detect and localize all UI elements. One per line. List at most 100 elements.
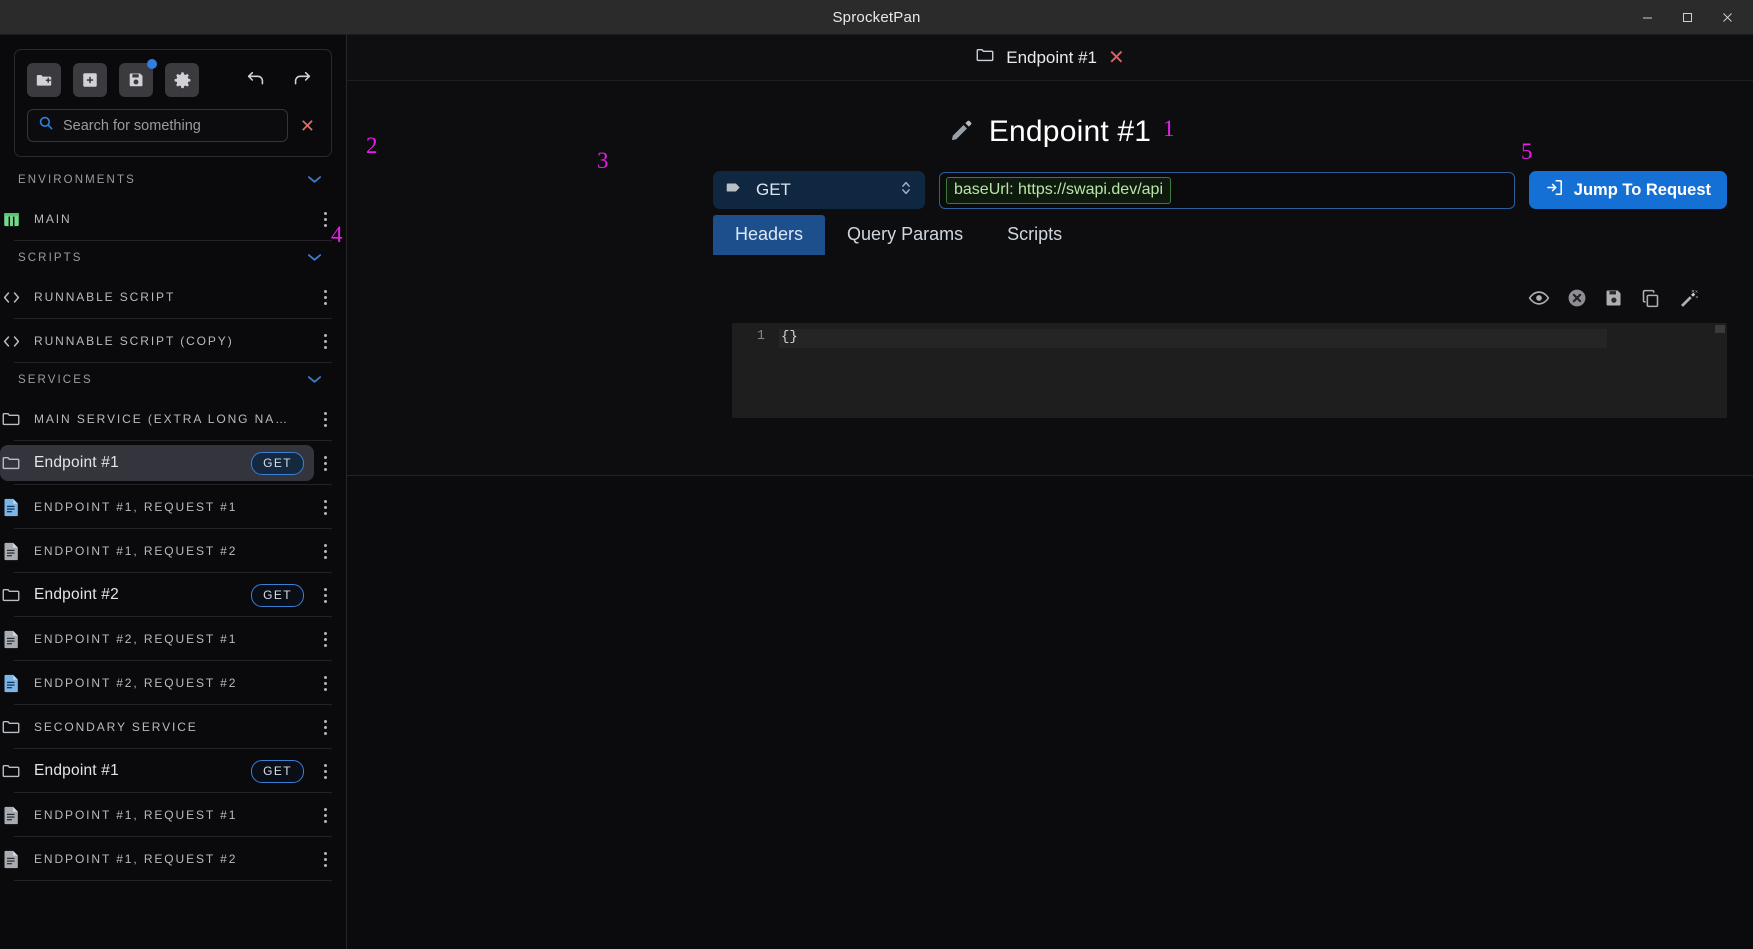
tree-item-menu-button[interactable] xyxy=(314,807,336,823)
headers-editor-panel: ✕ ✕ ✕ 1 {} xyxy=(732,281,1727,418)
tree-item-menu-button[interactable] xyxy=(314,763,336,779)
undo-button[interactable] xyxy=(239,63,273,97)
method-badge: GET xyxy=(251,451,304,475)
chevron-down-icon[interactable] xyxy=(307,251,322,265)
clear-circle-x-icon[interactable] xyxy=(1566,287,1588,309)
tree-item-endpoint-2-request-2[interactable]: ENDPOINT #2, REQUEST #2 xyxy=(0,661,346,705)
headers-code-editor[interactable]: 1 {} xyxy=(732,323,1727,418)
editor-scroll-thumb[interactable] xyxy=(1715,325,1725,333)
tree-item-menu-button[interactable] xyxy=(314,499,336,515)
document-tab-label: Endpoint #1 xyxy=(1006,47,1097,67)
tree-item-main[interactable]: MAIN xyxy=(0,197,346,241)
maximize-button[interactable] xyxy=(1667,0,1707,35)
copy-icon[interactable] xyxy=(1640,288,1661,309)
tree-item-label: MAIN SERVICE (EXTRA LONG NA… xyxy=(34,412,290,426)
minimize-button[interactable] xyxy=(1627,0,1667,35)
sidebar-group-scripts[interactable]: SCRIPTS xyxy=(0,241,346,275)
pencil-edit-icon[interactable] xyxy=(949,117,975,148)
tree-item-endpoint-1[interactable]: Endpoint #1 GET xyxy=(0,441,346,485)
tree-item-menu-button[interactable] xyxy=(314,289,336,305)
tree-item-content: Endpoint #1 GET xyxy=(0,445,314,481)
preview-eye-icon[interactable] xyxy=(1528,287,1550,309)
base-url-variable-chip[interactable]: baseUrl: https://swapi.dev/api xyxy=(946,176,1171,204)
sidebar-group-label: SCRIPTS xyxy=(18,252,83,264)
sidebar-tree: ENVIRONMENTS MAIN SCRIPTS RUNNABLE SCRIPT RU… xyxy=(0,163,346,881)
folder-icon xyxy=(0,717,22,737)
tree-item-content: ENDPOINT #2, REQUEST #2 xyxy=(0,665,314,701)
tree-item-endpoint-1[interactable]: Endpoint #1 GET xyxy=(0,749,346,793)
tree-item-menu-button[interactable] xyxy=(314,455,336,471)
search-input[interactable] xyxy=(63,117,277,134)
tree-item-menu-button[interactable] xyxy=(314,851,336,867)
tree-item-label: Endpoint #1 xyxy=(34,762,119,779)
folder-icon xyxy=(0,453,22,473)
sidebar-group-label: SERVICES xyxy=(18,374,93,386)
tree-item-menu-button[interactable] xyxy=(314,587,336,603)
document-icon-active xyxy=(0,498,22,517)
chevron-down-icon[interactable] xyxy=(307,173,322,187)
tree-item-content: RUNNABLE SCRIPT (COPY) xyxy=(0,323,314,359)
close-button[interactable] xyxy=(1707,0,1747,35)
document-tab-close-icon[interactable]: ✕ xyxy=(1108,48,1125,68)
new-folder-button[interactable] xyxy=(27,63,61,97)
tree-item-label: ENDPOINT #1, REQUEST #2 xyxy=(34,852,238,866)
page-title-text: Endpoint #1 xyxy=(988,115,1152,148)
tree-item-runnable-script-copy[interactable]: RUNNABLE SCRIPT (COPY) xyxy=(0,319,346,363)
tree-item-secondary-service[interactable]: SECONDARY SERVICE xyxy=(0,705,346,749)
tree-item-content: Endpoint #1 GET xyxy=(0,753,314,789)
tree-item-endpoint-1-request-1[interactable]: ENDPOINT #1, REQUEST #1 xyxy=(0,485,346,529)
format-magic-wand-icon[interactable]: ✕ ✕ ✕ xyxy=(1677,287,1699,309)
search-clear-icon[interactable]: ✕ xyxy=(296,117,319,135)
tree-item-endpoint-1-request-2[interactable]: ENDPOINT #1, REQUEST #2 xyxy=(0,529,346,573)
jump-to-request-button[interactable]: Jump To Request xyxy=(1528,171,1727,209)
tab-scripts[interactable]: Scripts xyxy=(985,215,1084,255)
tab-query-params[interactable]: Query Params xyxy=(825,215,985,255)
tree-item-menu-button[interactable] xyxy=(314,411,336,427)
sidebar-toolbox: ✕ xyxy=(14,49,332,157)
tree-item-label: ENDPOINT #1, REQUEST #2 xyxy=(34,544,238,558)
document-tab-endpoint-1[interactable]: Endpoint #1 ✕ xyxy=(975,45,1125,70)
editor-line-code[interactable]: {} xyxy=(779,329,1607,348)
folder-icon xyxy=(0,585,22,605)
chevron-down-icon[interactable] xyxy=(307,373,322,387)
tree-item-menu-button[interactable] xyxy=(314,543,336,559)
tree-item-runnable-script[interactable]: RUNNABLE SCRIPT xyxy=(0,275,346,319)
folder-icon xyxy=(0,761,22,781)
document-icon-active xyxy=(0,674,22,693)
editor-vertical-scrollbar[interactable] xyxy=(1713,323,1727,418)
tree-item-menu-button[interactable] xyxy=(314,333,336,349)
tree-item-endpoint-2[interactable]: Endpoint #2 GET xyxy=(0,573,346,617)
tree-item-menu-button[interactable] xyxy=(314,675,336,691)
tree-item-label: RUNNABLE SCRIPT xyxy=(34,290,176,304)
tree-item-endpoint-1-request-1[interactable]: ENDPOINT #1, REQUEST #1 xyxy=(0,793,346,837)
code-brackets-icon xyxy=(0,288,22,307)
http-method-select[interactable]: GET xyxy=(713,171,925,209)
method-badge: GET xyxy=(251,759,304,783)
document-icon xyxy=(0,542,22,561)
tree-item-label: SECONDARY SERVICE xyxy=(34,720,198,734)
search-box[interactable] xyxy=(27,109,288,142)
sidebar-group-label: ENVIRONMENTS xyxy=(18,174,136,186)
unsaved-changes-dot xyxy=(147,59,157,69)
environment-table-icon xyxy=(0,210,22,229)
window-title: SprocketPan xyxy=(832,8,921,26)
tab-headers[interactable]: Headers xyxy=(713,215,826,255)
tree-item-endpoint-1-request-2[interactable]: ENDPOINT #1, REQUEST #2 xyxy=(0,837,346,881)
request-url-input[interactable]: baseUrl: https://swapi.dev/api xyxy=(939,171,1515,209)
tree-item-menu-button[interactable] xyxy=(314,211,336,227)
tree-item-main-service-extra-long-na[interactable]: MAIN SERVICE (EXTRA LONG NA… xyxy=(0,397,346,441)
new-item-button[interactable] xyxy=(73,63,107,97)
editor-toolbar: ✕ ✕ ✕ xyxy=(732,281,1727,315)
save-floppy-icon[interactable] xyxy=(1604,288,1624,308)
redo-button[interactable] xyxy=(285,63,319,97)
save-button[interactable] xyxy=(119,59,157,97)
settings-button[interactable] xyxy=(165,63,199,97)
sidebar-search-row: ✕ xyxy=(27,109,319,142)
tree-item-menu-button[interactable] xyxy=(314,719,336,735)
tree-item-label: RUNNABLE SCRIPT (COPY) xyxy=(34,334,234,348)
sidebar-group-services[interactable]: SERVICES xyxy=(0,363,346,397)
tree-item-endpoint-2-request-1[interactable]: ENDPOINT #2, REQUEST #1 xyxy=(0,617,346,661)
sidebar-group-environments[interactable]: ENVIRONMENTS xyxy=(0,163,346,197)
tree-item-menu-button[interactable] xyxy=(314,631,336,647)
tree-item-content: SECONDARY SERVICE xyxy=(0,709,314,745)
